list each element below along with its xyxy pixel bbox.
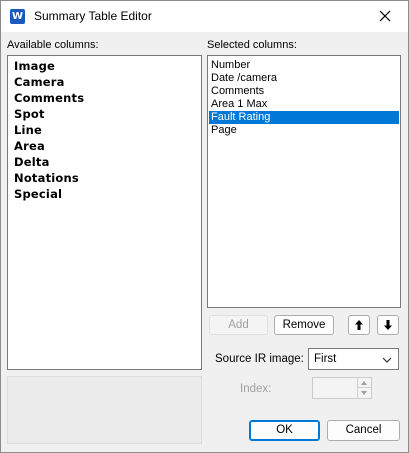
- dropdown-value: First: [314, 353, 337, 365]
- ok-button[interactable]: OK: [249, 420, 320, 441]
- cancel-button[interactable]: Cancel: [327, 420, 400, 441]
- list-item[interactable]: Delta: [14, 155, 50, 169]
- list-item[interactable]: Area: [14, 139, 45, 153]
- add-button[interactable]: Add: [209, 315, 268, 335]
- arrow-up-icon: [355, 320, 363, 330]
- spin-up-icon: [361, 381, 367, 385]
- arrow-down-icon: [384, 320, 392, 330]
- title-bar: W Summary Table Editor: [1, 1, 408, 32]
- move-up-button[interactable]: [348, 315, 370, 335]
- selected-columns-label: Selected columns:: [207, 39, 297, 51]
- list-item[interactable]: Date /camera: [209, 72, 399, 85]
- list-item[interactable]: Page: [209, 124, 399, 137]
- index-spinner[interactable]: [312, 377, 372, 399]
- index-label: Index:: [240, 383, 272, 395]
- source-ir-image-label: Source IR image:: [215, 353, 304, 365]
- list-item[interactable]: Camera: [14, 75, 65, 89]
- chevron-down-icon: [382, 357, 392, 363]
- description-panel: [7, 376, 202, 444]
- spin-down-button[interactable]: [357, 388, 371, 398]
- list-item[interactable]: Comments: [14, 91, 84, 105]
- list-item[interactable]: Number: [209, 59, 399, 72]
- close-icon: [379, 10, 391, 22]
- list-item[interactable]: Spot: [14, 107, 45, 121]
- list-item[interactable]: Line: [14, 123, 42, 137]
- list-item[interactable]: Area 1 Max: [209, 98, 399, 111]
- list-item[interactable]: Special: [14, 187, 62, 201]
- move-down-button[interactable]: [377, 315, 399, 335]
- source-ir-image-dropdown[interactable]: First: [308, 348, 399, 370]
- list-item[interactable]: Notations: [14, 171, 79, 185]
- spin-up-button[interactable]: [357, 378, 371, 388]
- spin-down-icon: [361, 391, 367, 395]
- selected-columns-list[interactable]: Number Date /camera Comments Area 1 Max …: [207, 55, 401, 308]
- remove-button[interactable]: Remove: [274, 315, 334, 335]
- close-button[interactable]: [362, 1, 408, 32]
- summary-table-editor-dialog: W Summary Table Editor Available columns…: [0, 0, 409, 453]
- word-app-icon: W: [10, 9, 28, 24]
- list-item[interactable]: Image: [14, 59, 55, 73]
- available-columns-label: Available columns:: [7, 39, 99, 51]
- available-columns-list[interactable]: Image Camera Comments Spot Line Area Del…: [7, 55, 202, 370]
- list-item[interactable]: Comments: [209, 85, 399, 98]
- list-item-selected[interactable]: Fault Rating: [209, 111, 399, 124]
- window-title: Summary Table Editor: [34, 9, 152, 23]
